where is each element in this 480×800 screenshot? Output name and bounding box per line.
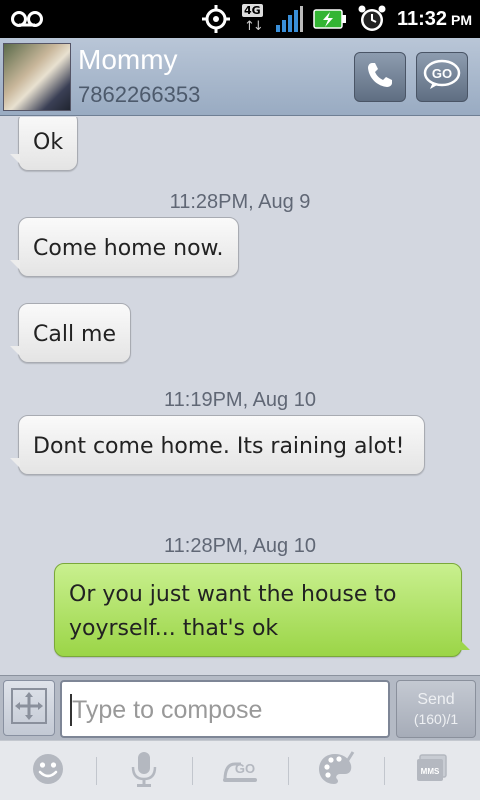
message-timestamp: 11:19PM, Aug 10 — [164, 389, 316, 411]
contact-header: Mommy 7862266353 GO — [0, 38, 480, 116]
gps-icon — [201, 4, 231, 34]
voicemail-icon — [10, 8, 44, 34]
go-icon: GO — [221, 754, 259, 788]
clock: 11:32 PM — [397, 8, 472, 31]
network-label: 4G — [241, 4, 263, 17]
message-text: Come home now. — [33, 236, 224, 261]
svg-text:MMS: MMS — [421, 767, 440, 776]
message-timestamp: 11:28PM, Aug 10 — [164, 535, 316, 557]
char-count: (160)/1 — [413, 711, 459, 727]
send-label: Send — [417, 691, 455, 708]
go-chat-button[interactable]: GO — [192, 741, 288, 800]
go-button[interactable]: GO — [416, 52, 468, 102]
send-button[interactable]: Send (160)/1 — [396, 680, 476, 738]
contact-name: Mommy — [78, 44, 178, 75]
message-text: Call me — [33, 322, 117, 347]
compose-input[interactable] — [72, 688, 382, 732]
mms-icon: MMS — [414, 753, 450, 789]
message-text: Dont come home. Its raining alot! — [33, 434, 405, 459]
contact-avatar[interactable] — [3, 43, 71, 111]
compose-field[interactable] — [60, 680, 390, 738]
message-bubble-incoming[interactable]: Ok — [9, 117, 79, 171]
theme-button[interactable] — [288, 741, 384, 800]
clock-time: 11:32 — [396, 7, 447, 30]
contact-number: 7862266353 — [78, 82, 201, 107]
expand-button[interactable] — [3, 680, 55, 736]
message-timestamp: 11:28PM, Aug 9 — [169, 191, 311, 213]
message-text: Ok — [33, 130, 64, 155]
emoji-button[interactable] — [0, 741, 96, 800]
message-bubble-incoming[interactable]: Call me — [9, 303, 132, 363]
expand-arrows-icon — [9, 686, 49, 730]
network-4g-indicator: 4G ↑↓ — [241, 4, 267, 34]
conversation-list[interactable]: Ok 11:28PM, Aug 9 Come home now. Call me… — [0, 117, 480, 675]
voice-input-button[interactable] — [96, 741, 192, 800]
message-bubble-incoming[interactable]: Come home now. — [10, 217, 239, 277]
mms-button[interactable]: MMS — [384, 741, 480, 800]
status-bar: 4G ↑↓ 11:32 PM — [0, 0, 480, 38]
svg-text:GO: GO — [432, 66, 452, 81]
palette-icon — [317, 750, 355, 791]
smiley-icon — [31, 752, 65, 790]
battery-charging-icon — [313, 8, 347, 30]
data-arrows-icon: ↑↓ — [243, 19, 264, 34]
microphone-icon — [129, 750, 159, 792]
svg-text:GO: GO — [235, 761, 255, 776]
signal-icon — [275, 5, 303, 33]
phone-icon — [365, 60, 395, 94]
clock-ampm: PM — [451, 11, 472, 28]
message-text: Or you just want the house to yoyrself..… — [69, 582, 397, 641]
bottom-toolbar: GO MMS — [0, 740, 480, 800]
message-bubble-incoming[interactable]: Dont come home. Its raining alot! — [10, 415, 425, 475]
message-bubble-outgoing[interactable]: Or you just want the house to yoyrself..… — [54, 563, 470, 657]
go-chat-icon: GO — [423, 59, 461, 95]
compose-bar: Send (160)/1 — [0, 675, 480, 740]
alarm-icon — [357, 4, 387, 34]
call-button[interactable] — [354, 52, 406, 102]
